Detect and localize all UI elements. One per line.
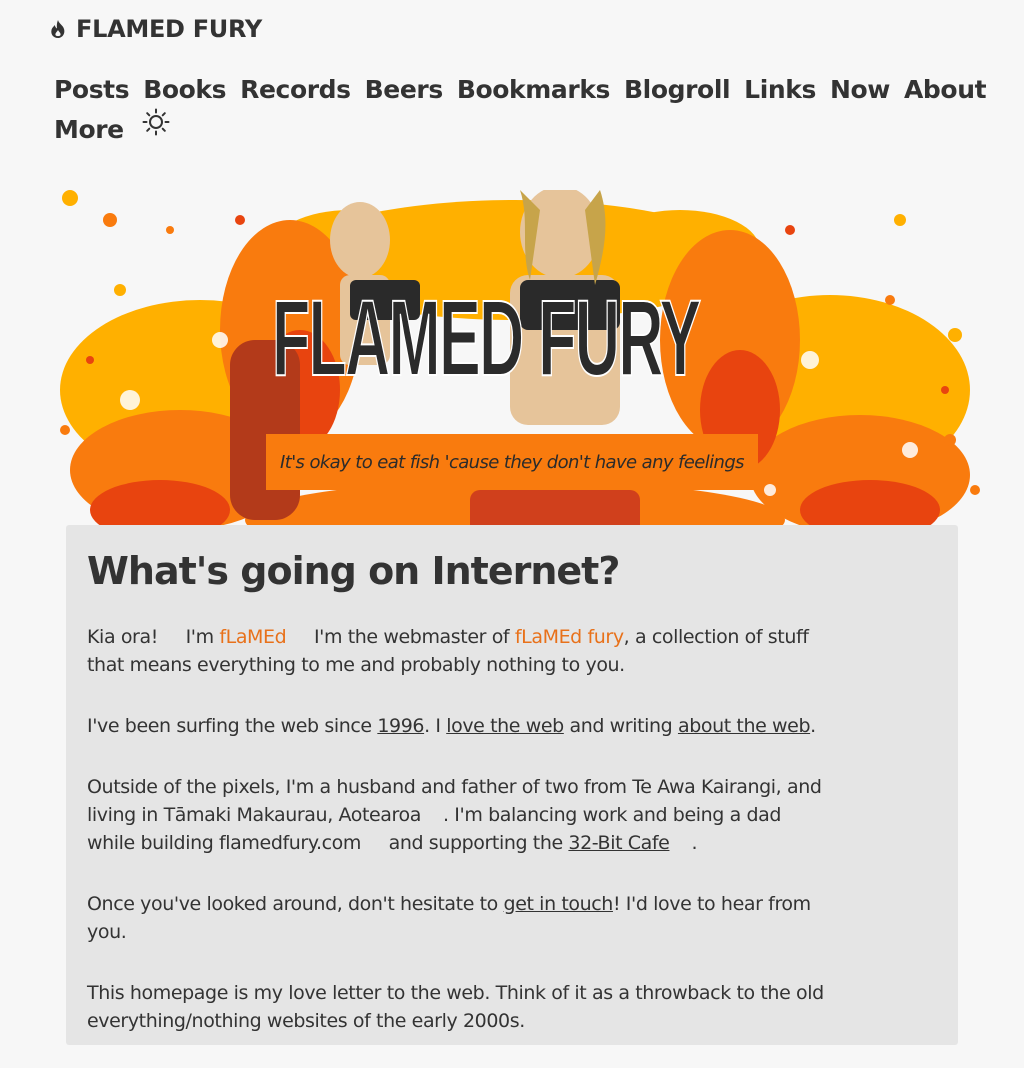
text: . I'm balancing work and being a dad [443, 804, 782, 826]
nav-blogroll[interactable]: Blogroll [624, 75, 731, 104]
love-the-web-link[interactable]: love the web [446, 715, 564, 737]
intro-paragraph-1: Kia ora! I'm fLaMEd I'm the webmaster of… [87, 623, 827, 679]
hero-banner: FLAMED FURY It's okay to eat fish 'cause… [50, 190, 980, 550]
about-the-web-link[interactable]: about the web [678, 715, 811, 737]
page-title: What's going on Internet? [87, 549, 620, 593]
nav-now[interactable]: Now [830, 75, 890, 104]
flame-icon [51, 20, 65, 38]
text: Once you've looked around, don't hesitat… [87, 893, 504, 915]
main-nav: Posts Books Records Beers Bookmarks Blogroll L… [54, 70, 987, 151]
nav-more[interactable]: More [54, 115, 124, 144]
brand-link[interactable]: FLAMED FURY [48, 15, 262, 43]
intro-paragraph-4: Once you've looked around, don't hesitat… [87, 890, 827, 946]
nav-links[interactable]: Links [744, 75, 816, 104]
banner-tagline: It's okay to eat fish 'cause they don't … [266, 434, 758, 490]
32-bit-cafe-link[interactable]: 32-Bit Cafe [568, 832, 669, 854]
intro-content: Kia ora! I'm fLaMEd I'm the webmaster of… [87, 623, 827, 1068]
text: . [810, 715, 816, 737]
intro-paragraph-5: This homepage is my love letter to the w… [87, 982, 824, 1032]
nav-beers[interactable]: Beers [365, 75, 444, 104]
text: while building flamedfury.com [87, 832, 361, 854]
intro-paragraph-2: I've been surfing the web since 1996. I … [87, 712, 827, 740]
text: . I [424, 715, 447, 737]
text: . [691, 832, 698, 854]
year-1996-link[interactable]: 1996 [377, 715, 424, 737]
banner-logo: FLAMED FURY [271, 277, 701, 398]
flamed-fury-link[interactable]: fLaMEd fury [515, 626, 624, 648]
nav-records[interactable]: Records [240, 75, 351, 104]
text: and writing [563, 715, 678, 737]
text: I'm the webmaster of [313, 626, 515, 648]
site-title: FLAMED FURY [76, 15, 262, 43]
intro-card: What's going on Internet? Kia ora! I'm f… [66, 525, 958, 1045]
theme-toggle-button[interactable] [142, 108, 170, 148]
greeting-text: Kia ora! [87, 626, 158, 648]
nav-bookmarks[interactable]: Bookmarks [457, 75, 611, 104]
nav-about[interactable]: About [904, 75, 987, 104]
get-in-touch-link[interactable]: get in touch [504, 893, 614, 915]
flamed-link[interactable]: fLaMEd [219, 626, 286, 648]
nav-books[interactable]: Books [143, 75, 226, 104]
nav-posts[interactable]: Posts [54, 75, 130, 104]
sun-icon [142, 108, 170, 136]
text: and supporting the [388, 832, 569, 854]
text: I've been surfing the web since [87, 715, 378, 737]
intro-paragraph-3: Outside of the pixels, I'm a husband and… [87, 773, 827, 857]
text: I'm [185, 626, 220, 648]
